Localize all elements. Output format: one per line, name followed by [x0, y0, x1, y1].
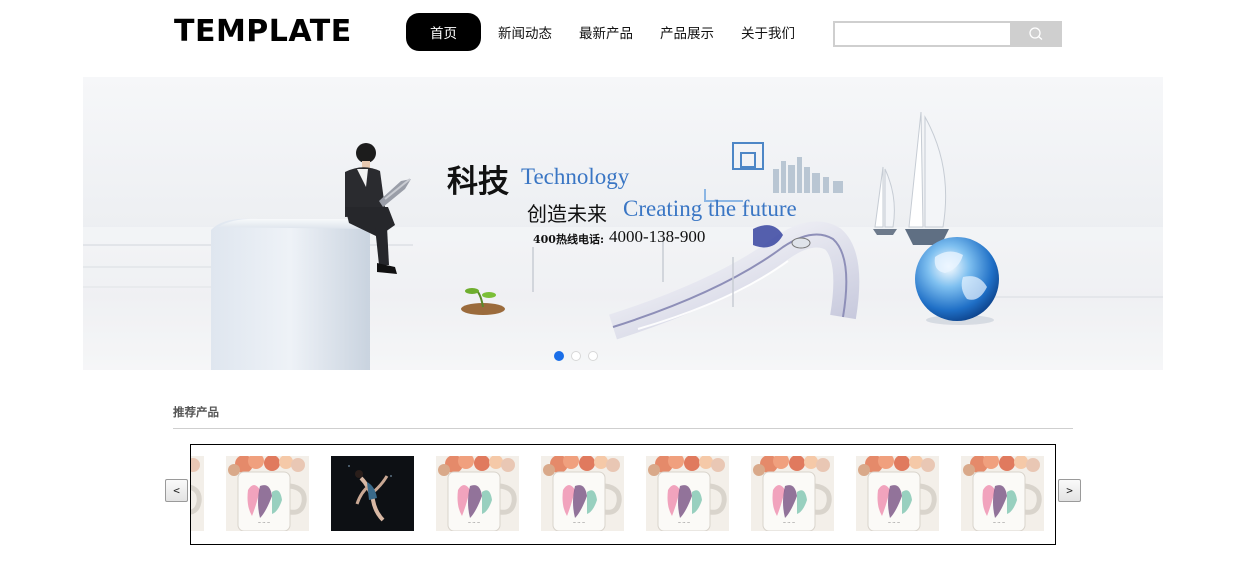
mug-icon: ~ ~ ~: [646, 456, 729, 531]
svg-text:~ ~ ~: ~ ~ ~: [468, 520, 481, 525]
banner-subline-cn: 创造未来: [527, 202, 607, 226]
banner-illustration: [83, 111, 1163, 370]
banner-headline-cn: 科技: [447, 164, 509, 200]
product-thumb-dancer[interactable]: [331, 456, 414, 531]
site-logo[interactable]: TEMPLATE: [174, 14, 352, 49]
product-thumb-mug[interactable]: ~ ~ ~: [226, 456, 309, 531]
nav-item-product-showcase[interactable]: 产品展示: [660, 22, 714, 42]
slide-dot-1[interactable]: [554, 351, 564, 361]
dancer-photo: [331, 456, 414, 531]
slide-indicators: [554, 351, 598, 361]
svg-text:~ ~ ~: ~ ~ ~: [888, 520, 901, 525]
banner-headline-en: Technology: [521, 164, 630, 189]
nav-item-news[interactable]: 新闻动态: [498, 22, 552, 42]
slide-dot-2[interactable]: [571, 351, 581, 361]
product-carousel: ~ ~ ~ ~ ~ ~ ~ ~ ~ ~ ~ ~ ~ ~ ~ ~ ~ ~ ~ ~ …: [190, 444, 1056, 545]
search-input[interactable]: [833, 21, 1010, 47]
nav-item-about-us[interactable]: 关于我们: [741, 22, 795, 42]
svg-text:~ ~ ~: ~ ~ ~: [258, 520, 271, 525]
product-thumb-mug[interactable]: ~ ~ ~: [436, 456, 519, 531]
product-thumb-mug[interactable]: ~ ~ ~: [646, 456, 729, 531]
svg-text:~ ~ ~: ~ ~ ~: [993, 520, 1006, 525]
hero-banner[interactable]: 科技 Technology 创造未来 Creating the future 4…: [83, 77, 1163, 370]
search-button[interactable]: [1010, 21, 1062, 47]
mug-icon: ~ ~ ~: [541, 456, 624, 531]
product-thumb-mug[interactable]: ~ ~ ~: [191, 456, 204, 531]
search-bar: [833, 21, 1062, 47]
svg-text:~ ~ ~: ~ ~ ~: [783, 520, 796, 525]
nav-item-home[interactable]: 首页: [406, 13, 481, 51]
product-thumb-mug[interactable]: ~ ~ ~: [961, 456, 1044, 531]
banner-subline-en: Creating the future: [623, 196, 797, 221]
mug-icon: ~ ~ ~: [961, 456, 1044, 531]
carousel-prev-button[interactable]: <: [165, 479, 188, 502]
carousel-next-button[interactable]: >: [1058, 479, 1081, 502]
search-icon: [1029, 27, 1043, 40]
mug-icon: ~ ~ ~: [436, 456, 519, 531]
product-thumb-mug[interactable]: ~ ~ ~: [751, 456, 834, 531]
slide-dot-3[interactable]: [588, 351, 598, 361]
hotline-number: 4000-138-900: [609, 227, 706, 246]
section-divider: [173, 428, 1073, 429]
main-nav: 首页 新闻动态 最新产品 产品展示 关于我们: [406, 13, 795, 51]
section-title: 推荐产品: [173, 405, 219, 419]
mug-icon: ~ ~ ~: [856, 456, 939, 531]
mug-icon: ~ ~ ~: [191, 456, 204, 531]
svg-text:~ ~ ~: ~ ~ ~: [573, 520, 586, 525]
mug-icon: ~ ~ ~: [226, 456, 309, 531]
nav-item-latest-products[interactable]: 最新产品: [579, 22, 633, 42]
mug-icon: ~ ~ ~: [751, 456, 834, 531]
hotline-label: 400热线电话:: [533, 233, 605, 246]
product-thumb-mug[interactable]: ~ ~ ~: [541, 456, 624, 531]
svg-text:~ ~ ~: ~ ~ ~: [678, 520, 691, 525]
product-thumb-mug[interactable]: ~ ~ ~: [856, 456, 939, 531]
